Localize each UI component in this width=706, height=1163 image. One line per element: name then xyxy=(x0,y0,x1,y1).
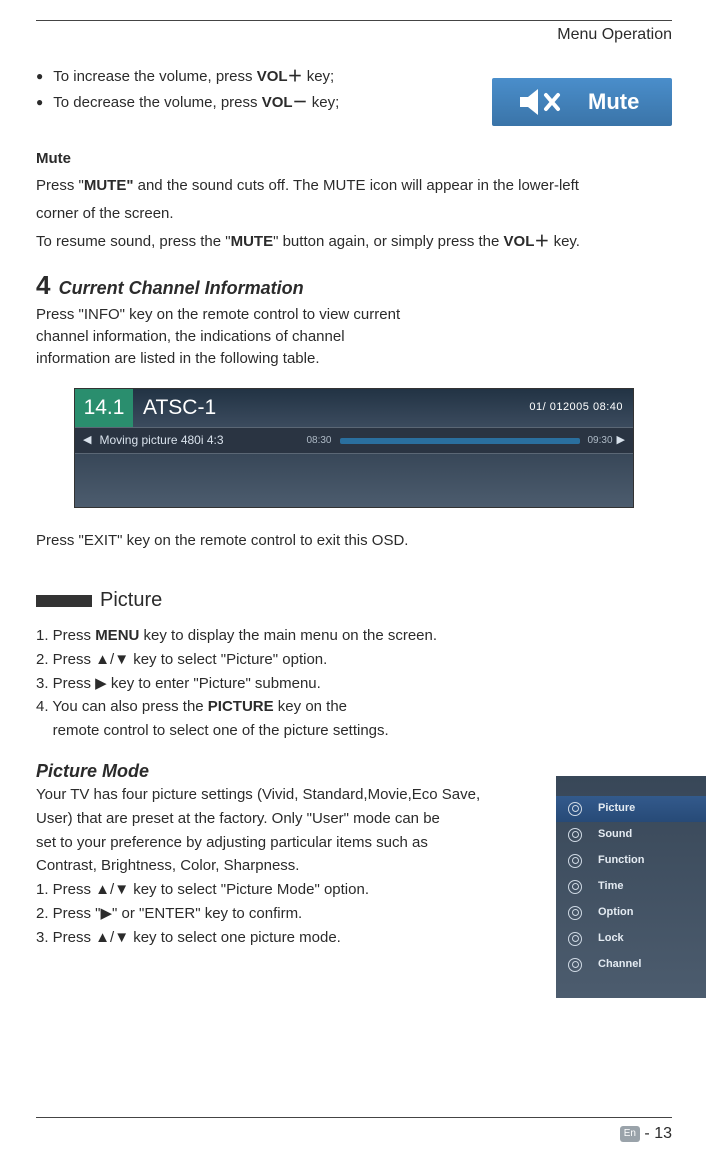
minus-icon: － xyxy=(293,94,308,111)
text: key; xyxy=(308,94,340,111)
osd-channel-name: ATSC-1 xyxy=(143,393,216,423)
menu-label: Lock xyxy=(598,931,624,947)
osd-body xyxy=(75,453,633,507)
mute-heading: Mute xyxy=(36,148,672,170)
menu-item-option[interactable]: Option xyxy=(556,900,706,926)
page-footer: En - 13 xyxy=(36,1117,672,1145)
menu-label: Sound xyxy=(598,827,632,843)
plus-icon: ＋ xyxy=(288,68,303,85)
menu-icon xyxy=(568,828,582,842)
exit-text: Press "EXIT" key on the remote control t… xyxy=(36,530,672,552)
key-picture: PICTURE xyxy=(208,698,274,715)
text: and the sound cuts off. The MUTE icon wi… xyxy=(133,177,579,194)
menu-item-channel[interactable]: Channel xyxy=(556,952,706,978)
mute-osd-badge: Mute xyxy=(492,78,672,126)
page-number: 13 xyxy=(654,1125,672,1142)
main-menu-osd: Picture Sound Function Time Option Lock … xyxy=(556,776,706,998)
menu-item-time[interactable]: Time xyxy=(556,874,706,900)
text: Press "INFO" key on the remote control t… xyxy=(36,304,672,326)
triangle-left-icon: ◀ xyxy=(83,433,91,449)
text: key to display the main menu on the scre… xyxy=(139,627,437,644)
speaker-mute-icon xyxy=(518,87,570,117)
text: Press " xyxy=(36,177,84,194)
text: 3. Press ▶ key to enter "Picture" submen… xyxy=(36,673,672,695)
key-vol: VOL xyxy=(262,94,293,111)
menu-icon xyxy=(568,880,582,894)
picture-label: Picture xyxy=(100,586,162,615)
mute-p1: Press "MUTE" and the sound cuts off. The… xyxy=(36,175,672,197)
osd-time-end: 09:30 xyxy=(588,434,613,449)
menu-icon xyxy=(568,958,582,972)
channel-info-osd: 14.1 ATSC-1 01/ 012005 08:40 ◀ Moving pi… xyxy=(74,388,634,509)
osd-progress-bar xyxy=(340,438,580,444)
osd-time-start: 08:30 xyxy=(306,434,331,449)
menu-icon xyxy=(568,802,582,816)
bullet-icon: ● xyxy=(36,68,43,85)
key-menu: MENU xyxy=(95,627,139,644)
mute-p2: corner of the screen. xyxy=(36,203,672,225)
triangle-right-icon: ▶ xyxy=(617,433,625,449)
text: key on the xyxy=(274,698,347,715)
menu-icon xyxy=(568,854,582,868)
menu-item-picture[interactable]: Picture xyxy=(556,796,706,822)
menu-icon xyxy=(568,932,582,946)
mute-badge-label: Mute xyxy=(588,86,639,118)
text: 4. You can also press the xyxy=(36,698,208,715)
picture-steps: 1. Press MENU key to display the main me… xyxy=(36,625,672,742)
text: key; xyxy=(303,68,335,85)
text: 2. Press ▲/▼ key to select "Picture" opt… xyxy=(36,649,672,671)
plus-icon: ＋ xyxy=(534,233,549,250)
text: channel information, the indications of … xyxy=(36,326,672,348)
lang-badge: En xyxy=(620,1126,640,1143)
text: To increase the volume, press xyxy=(53,68,256,85)
menu-item-sound[interactable]: Sound xyxy=(556,822,706,848)
text: - xyxy=(640,1125,654,1142)
menu-label: Time xyxy=(598,879,623,895)
text: To resume sound, press the " xyxy=(36,233,231,250)
text: key. xyxy=(549,233,580,250)
text: " button again, or simply press the xyxy=(273,233,503,250)
section-title: Current Channel Information xyxy=(59,278,304,298)
key-mute: MUTE" xyxy=(84,177,134,194)
bullet-icon: ● xyxy=(36,94,43,111)
mute-p3: To resume sound, press the "MUTE" button… xyxy=(36,231,672,253)
menu-icon xyxy=(568,906,582,920)
menu-item-function[interactable]: Function xyxy=(556,848,706,874)
text: information are listed in the following … xyxy=(36,348,672,370)
text: remote control to select one of the pict… xyxy=(36,720,672,742)
osd-datetime: 01/ 012005 08:40 xyxy=(529,400,623,416)
header-bar-icon xyxy=(36,595,92,607)
text: To decrease the volume, press xyxy=(53,94,261,111)
osd-program: Moving picture 480i 4:3 xyxy=(99,432,223,449)
key-vol: VOL xyxy=(257,68,288,85)
menu-label: Channel xyxy=(598,957,641,973)
menu-label: Option xyxy=(598,905,633,921)
key-mute: MUTE xyxy=(231,233,274,250)
menu-label: Function xyxy=(598,853,644,869)
text: 1. Press xyxy=(36,627,95,644)
picture-section-header: Picture xyxy=(36,586,672,615)
section4-head: 4 Current Channel Information xyxy=(36,267,672,305)
menu-item-lock[interactable]: Lock xyxy=(556,926,706,952)
page-section-title: Menu Operation xyxy=(36,23,672,46)
osd-channel-number: 14.1 xyxy=(75,389,133,427)
section-number: 4 xyxy=(36,267,50,305)
key-vol: VOL xyxy=(504,233,535,250)
menu-label: Picture xyxy=(598,801,635,817)
